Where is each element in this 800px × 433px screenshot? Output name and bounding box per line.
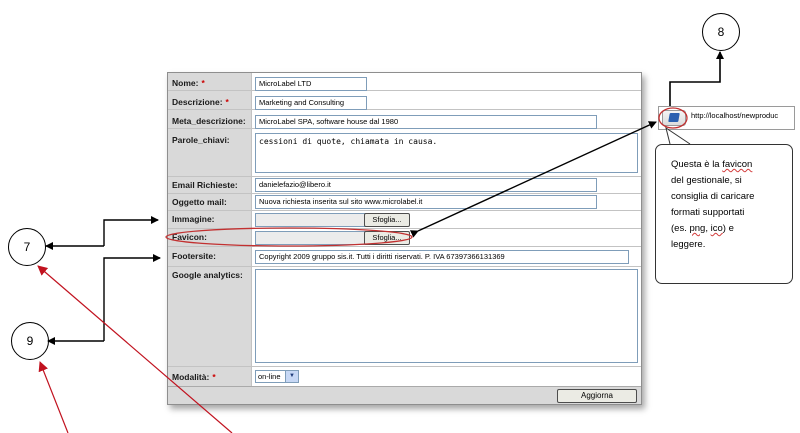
red-arrow-7 xyxy=(37,265,233,433)
annotation-overlay xyxy=(37,51,724,433)
favicon-link-arrow xyxy=(409,121,657,238)
arrow-to-immagine xyxy=(103,216,159,246)
red-arrow-9 xyxy=(38,361,69,433)
arrow-to-footersite xyxy=(103,254,161,341)
note-pointer xyxy=(665,126,691,145)
addressbar-highlight-ellipse xyxy=(658,107,688,129)
arrow-to-callout-8 xyxy=(669,51,724,106)
favicon-highlight-ellipse xyxy=(165,227,413,247)
